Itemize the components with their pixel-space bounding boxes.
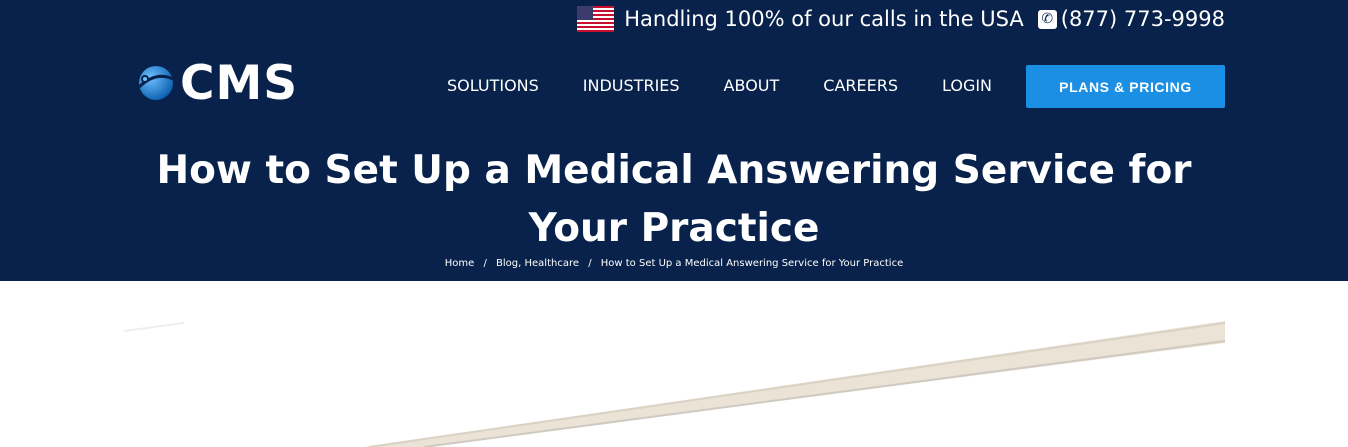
nav-item-careers[interactable]: CAREERS — [823, 74, 898, 98]
featured-image-graphic — [124, 321, 1225, 447]
phone-link[interactable]: ✆ (877) 773-9998 — [1034, 7, 1225, 31]
top-bar: Handling 100% of our calls in the USA ✆ … — [577, 4, 1225, 34]
breadcrumb-categories[interactable]: Blog, Healthcare — [496, 258, 579, 269]
us-flag-icon — [577, 6, 615, 32]
site-logo[interactable]: CMS — [136, 58, 298, 108]
breadcrumb-separator: / — [483, 258, 487, 269]
breadcrumb: Home / Blog, Healthcare / How to Set Up … — [0, 258, 1348, 269]
breadcrumb-home[interactable]: Home — [445, 258, 475, 269]
nav-item-about[interactable]: ABOUT — [724, 74, 780, 98]
phone-number: (877) 773-9998 — [1060, 7, 1225, 31]
logo-text: CMS — [180, 55, 299, 111]
site-header: Handling 100% of our calls in the USA ✆ … — [0, 0, 1348, 281]
nav-item-login[interactable]: LOGIN — [942, 74, 992, 98]
globe-icon — [137, 66, 174, 100]
plans-pricing-button[interactable]: PLANS & PRICING — [1026, 65, 1225, 108]
main-nav: SOLUTIONS INDUSTRIES ABOUT CAREERS LOGIN — [447, 74, 992, 98]
usa-calls-message: Handling 100% of our calls in the USA — [624, 7, 1024, 31]
breadcrumb-separator: / — [588, 258, 592, 269]
nav-item-industries[interactable]: INDUSTRIES — [583, 74, 680, 98]
phone-icon: ✆ — [1037, 9, 1057, 29]
page-title: How to Set Up a Medical Answering Servic… — [0, 142, 1348, 258]
page-title-text: How to Set Up a Medical Answering Servic… — [156, 148, 1192, 251]
breadcrumb-current: How to Set Up a Medical Answering Servic… — [600, 258, 904, 269]
featured-image — [124, 321, 1225, 447]
nav-item-solutions[interactable]: SOLUTIONS — [447, 74, 539, 98]
